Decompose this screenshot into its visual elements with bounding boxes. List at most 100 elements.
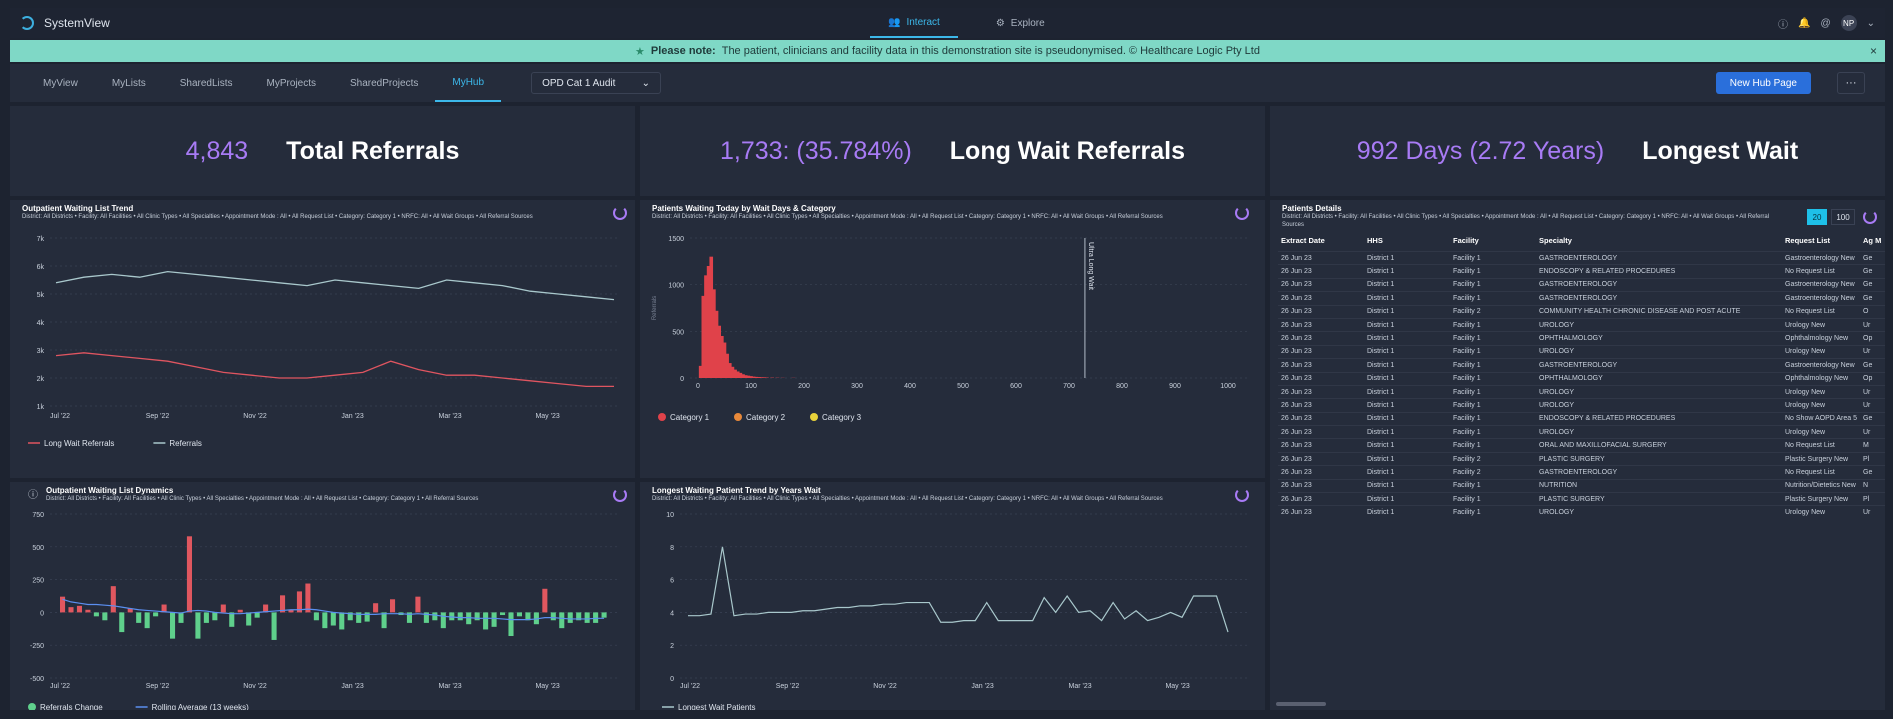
page-size-100[interactable]: 100: [1831, 209, 1855, 225]
horizontal-scrollbar[interactable]: [1276, 702, 1326, 706]
legend-label: Category 1: [670, 413, 710, 422]
chevron-down-icon[interactable]: ⌄: [1867, 18, 1875, 29]
table-cell: Op: [1860, 371, 1885, 386]
table-cell: Ur: [1860, 505, 1885, 520]
legend-marker: [658, 413, 666, 421]
bar: [229, 612, 235, 627]
table-row[interactable]: 26 Jun 23 District 1 Facility 1 GASTROENTER…: [1278, 250, 1885, 265]
bar: [584, 612, 590, 623]
y-axis-label: Referrals: [652, 296, 658, 320]
table-row[interactable]: 26 Jun 23 District 1 Facility 1 GASTROENTER…: [1278, 277, 1885, 292]
bar: [144, 612, 150, 629]
bell-icon[interactable]: 🔔: [1798, 18, 1810, 29]
series-line-longest-wait: [688, 546, 1229, 633]
x-tick-label: 700: [1063, 383, 1075, 390]
table-cell: Ge: [1860, 411, 1885, 426]
table-cell: 26 Jun 23: [1278, 425, 1364, 439]
table-cell: District 1: [1364, 411, 1450, 426]
kpi-label: Long Wait Referrals: [949, 136, 1185, 165]
column-header[interactable]: Extract Date: [1278, 232, 1364, 252]
table-cell: District 1: [1364, 478, 1450, 493]
bar: [119, 612, 125, 633]
table-row[interactable]: 26 Jun 23 District 1 Facility 2 COMMUNITY H…: [1278, 304, 1885, 319]
bar: [93, 612, 99, 617]
table-cell: Facility 1: [1450, 398, 1536, 413]
kpi-value: 4,843: [185, 136, 249, 165]
table-cell: Urology New: [1782, 505, 1860, 520]
x-tick-label: Nov '22: [873, 683, 897, 690]
bar: [483, 612, 489, 630]
table-cell: Gastroenterology New: [1782, 250, 1860, 265]
chevron-down-icon: ⌄: [641, 77, 651, 89]
table-row[interactable]: 26 Jun 23 District 1 Facility 1 PLASTIC SUR…: [1278, 492, 1885, 506]
app-root: SystemView 👥 Interact ⚙ Explore ⓘ 🔔 @ NP ⌄…: [0, 0, 1893, 719]
kpi-value: 992 Days (2.72 Years): [1356, 136, 1605, 165]
mode-explore[interactable]: ⚙ Explore: [978, 8, 1063, 38]
y-tick-label: 1k: [37, 404, 45, 411]
tab-myhub[interactable]: MyHub: [435, 64, 502, 102]
column-header[interactable]: Facility: [1450, 232, 1536, 252]
table-row[interactable]: 26 Jun 23 District 1 Facility 1 NUTRITION Nu…: [1278, 478, 1885, 493]
table-row[interactable]: 26 Jun 23 District 1 Facility 1 ORAL AND MA…: [1278, 438, 1885, 453]
table-row[interactable]: 26 Jun 23 District 1 Facility 1 ENDOSCOPY &…: [1278, 411, 1885, 426]
bar: [440, 612, 446, 629]
bar: [178, 612, 184, 623]
table-cell: Ophthalmology New: [1782, 331, 1860, 346]
table-row[interactable]: 26 Jun 23 District 1 Facility 1 GASTROENTER…: [1278, 291, 1885, 306]
tab-myprojects[interactable]: MyProjects: [250, 64, 333, 102]
longest-wait-chart: 0 2 4 6 8 10 Jul '22 Sep '22 Nov '22 Jan '23 Mar '…: [662, 512, 1250, 710]
info-icon[interactable]: ⓘ: [1778, 16, 1788, 31]
at-icon[interactable]: @: [1820, 18, 1830, 29]
column-header[interactable]: Request List: [1782, 232, 1860, 252]
table-cell: UROLOGY: [1536, 425, 1782, 439]
table-row[interactable]: 26 Jun 23 District 1 Facility 1 UROLOGY Urol…: [1278, 317, 1885, 332]
bar: [474, 612, 480, 621]
column-header[interactable]: HHS: [1364, 232, 1450, 252]
top-bar: SystemView 👥 Interact ⚙ Explore ⓘ 🔔 @ NP ⌄: [10, 8, 1885, 38]
hub-page-select[interactable]: OPD Cat 1 Audit ⌄: [531, 72, 662, 94]
table-row[interactable]: 26 Jun 23 District 1 Facility 1 UROLOGY Urol…: [1278, 384, 1885, 399]
table-row[interactable]: 26 Jun 23 District 1 Facility 1 GASTROENTER…: [1278, 358, 1885, 373]
table-cell: Facility 1: [1450, 264, 1536, 279]
page-size-20[interactable]: 20: [1807, 209, 1827, 225]
bar: [305, 583, 311, 613]
annotation-label: Ultra Long Wait: [1087, 242, 1094, 290]
table-row[interactable]: 26 Jun 23 District 1 Facility 1 ENDOSCOPY &…: [1278, 264, 1885, 279]
x-tick-label: Jan '23: [341, 413, 363, 420]
tab-sharedlists[interactable]: SharedLists: [163, 64, 250, 102]
bar: [381, 612, 387, 629]
bar: [102, 612, 108, 621]
avatar[interactable]: NP: [1840, 15, 1857, 31]
more-options-button[interactable]: ···: [1837, 72, 1865, 94]
tab-sharedprojects[interactable]: SharedProjects: [333, 64, 435, 102]
column-header[interactable]: Specialty: [1536, 232, 1782, 252]
x-tick-label: 200: [798, 383, 810, 390]
mode-interact[interactable]: 👥 Interact: [870, 8, 958, 38]
tab-myview[interactable]: MyView: [26, 64, 95, 102]
bar: [322, 612, 328, 629]
table-row[interactable]: 26 Jun 23 District 1 Facility 1 UROLOGY Urol…: [1278, 398, 1885, 413]
new-hub-page-button[interactable]: New Hub Page: [1715, 72, 1811, 94]
column-header[interactable]: Ag M: [1860, 232, 1885, 252]
table-row[interactable]: 26 Jun 23 District 1 Facility 1 UROLOGY Urol…: [1278, 505, 1885, 520]
table-cell: Urology New: [1782, 344, 1860, 359]
close-icon[interactable]: ×: [1870, 44, 1877, 58]
table-row[interactable]: 26 Jun 23 District 1 Facility 1 UROLOGY Urol…: [1278, 425, 1885, 439]
y-tick-label: 4: [670, 610, 674, 617]
table-cell: No Request List: [1782, 438, 1860, 453]
bar: [76, 605, 82, 613]
y-tick-label: 8: [670, 545, 674, 552]
table-cell: District 1: [1364, 438, 1450, 453]
refresh-icon[interactable]: [1863, 210, 1877, 224]
table-cell: Ur: [1860, 384, 1885, 399]
table-row[interactable]: 26 Jun 23 District 1 Facility 1 OPHTHALMOLO…: [1278, 371, 1885, 386]
brand[interactable]: SystemView: [10, 16, 110, 30]
tab-mylists[interactable]: MyLists: [95, 64, 163, 102]
trend-chart: 1k 2k 3k 4k 5k 6k 7k Jul '22 Sep '22 Nov '22 Jan '…: [28, 236, 620, 448]
table-row[interactable]: 26 Jun 23 District 1 Facility 2 PLASTIC SUR…: [1278, 451, 1885, 466]
table-row[interactable]: 26 Jun 23 District 1 Facility 2 GASTROENTER…: [1278, 465, 1885, 480]
table-cell: District 1: [1364, 425, 1450, 439]
bar: [601, 612, 607, 618]
table-row[interactable]: 26 Jun 23 District 1 Facility 1 OPHTHALMOLO…: [1278, 331, 1885, 346]
table-row[interactable]: 26 Jun 23 District 1 Facility 1 UROLOGY Urol…: [1278, 344, 1885, 359]
